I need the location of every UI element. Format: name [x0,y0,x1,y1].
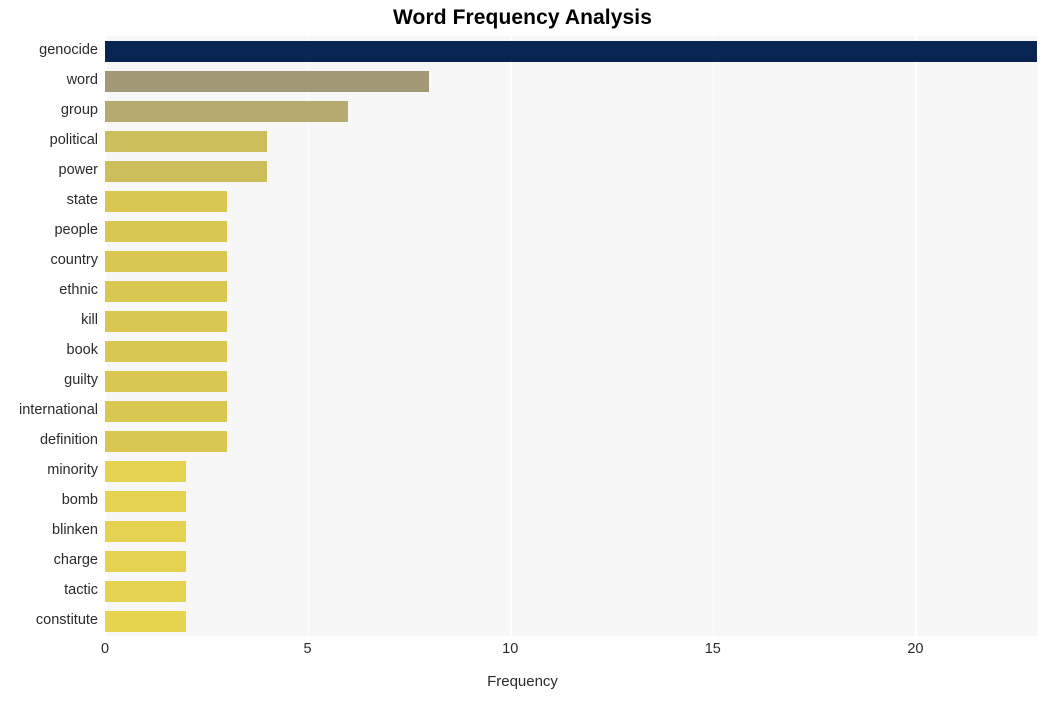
bar-row [105,160,1037,182]
bar-row [105,40,1037,62]
bars-layer [105,36,1037,636]
x-tick-label-20: 20 [907,641,924,657]
bar-tactic[interactable] [105,580,187,602]
y-tick-label-blinken: blinken [52,522,98,538]
bar-row [105,130,1037,152]
bar-row [105,220,1037,242]
bar-ethnic[interactable] [105,280,227,302]
bar-row [105,310,1037,332]
bar-state[interactable] [105,190,227,212]
bar-word[interactable] [105,70,430,92]
bar-row [105,250,1037,272]
bar-definition[interactable] [105,430,227,452]
y-tick-label-international: international [19,402,98,418]
x-tick-label-5: 5 [303,641,312,657]
bar-row [105,280,1037,302]
y-tick-label-constitute: constitute [35,612,98,628]
bar-group[interactable] [105,100,349,122]
x-axis-ticks: 0 5 10 15 20 [101,641,1037,663]
y-tick-label-political: political [49,132,98,148]
plot-area [105,36,1037,636]
bar-row [105,100,1037,122]
bar-bomb[interactable] [105,490,187,512]
x-tick-label-0: 0 [100,641,110,657]
bar-constitute[interactable] [105,610,187,632]
y-tick-label-book: book [66,342,98,358]
y-tick-label-group: group [60,102,98,118]
x-tick-label-15: 15 [704,641,721,657]
bar-charge[interactable] [105,550,187,572]
bar-country[interactable] [105,250,227,272]
y-tick-label-power: power [58,162,99,178]
bar-blinken[interactable] [105,520,187,542]
bar-row [105,550,1037,572]
bar-row [105,580,1037,602]
bar-row [105,460,1037,482]
y-tick-label-ethnic: ethnic [59,282,98,298]
bar-international[interactable] [105,400,227,422]
y-tick-label-tactic: tactic [64,582,98,598]
bar-kill[interactable] [105,310,227,332]
bar-political[interactable] [105,130,268,152]
bar-row [105,340,1037,362]
bar-row [105,190,1037,212]
y-tick-label-guilty: guilty [64,372,98,388]
y-tick-label-country: country [50,252,98,268]
bar-row [105,430,1037,452]
bar-minority[interactable] [105,460,187,482]
bar-guilty[interactable] [105,370,227,392]
y-tick-label-kill: kill [81,312,98,328]
bar-people[interactable] [105,220,227,242]
x-tick-label-10: 10 [502,641,519,657]
y-tick-label-bomb: bomb [61,492,98,508]
bar-book[interactable] [105,340,227,362]
bar-row [105,370,1037,392]
chart-title: Word Frequency Analysis [392,6,653,29]
bar-row [105,610,1037,632]
bar-row [105,70,1037,92]
y-tick-label-minority: minority [47,462,98,478]
y-tick-label-definition: definition [39,432,98,448]
y-tick-label-people: people [54,222,98,238]
y-tick-label-genocide: genocide [39,42,98,58]
y-tick-label-state: state [66,192,98,208]
bar-row [105,490,1037,512]
bar-genocide[interactable] [105,40,1037,62]
y-axis-labels: genocide word group political power state peop… [0,36,98,636]
bar-row [105,400,1037,422]
bar-row [105,520,1037,542]
y-tick-label-charge: charge [53,552,98,568]
bar-power[interactable] [105,160,268,182]
y-tick-label-word: word [66,72,98,88]
word-frequency-chart: Word Frequency Analysis genocide word grou… [0,0,1045,701]
x-axis-label: Frequency [487,673,558,690]
